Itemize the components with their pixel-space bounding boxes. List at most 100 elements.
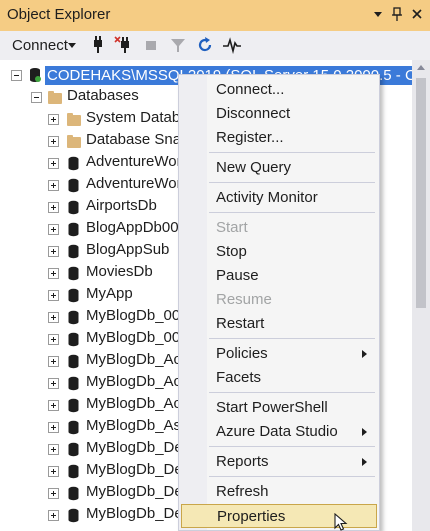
expand-toggle[interactable] bbox=[48, 180, 59, 191]
menu-separator bbox=[209, 212, 375, 213]
disconnect-plug-icon[interactable] bbox=[114, 35, 134, 55]
expand-toggle[interactable] bbox=[48, 510, 59, 521]
expand-toggle[interactable] bbox=[48, 224, 59, 235]
menu-item-stop[interactable]: Stop bbox=[181, 240, 377, 264]
expand-toggle[interactable] bbox=[48, 466, 59, 477]
menu-item-label: Resume bbox=[216, 291, 272, 308]
menu-item-label: Refresh bbox=[216, 483, 269, 500]
database-label[interactable]: AirportsDb bbox=[86, 197, 157, 214]
database-icon bbox=[68, 178, 79, 193]
menu-item-disconnect[interactable]: Disconnect bbox=[181, 102, 377, 126]
mouse-cursor-icon bbox=[334, 512, 348, 531]
connect-plug-icon[interactable] bbox=[88, 35, 108, 55]
expand-toggle[interactable] bbox=[48, 136, 59, 147]
scroll-up-arrow-icon[interactable] bbox=[417, 65, 425, 70]
database-icon bbox=[68, 420, 79, 435]
database-label[interactable]: MyApp bbox=[86, 285, 133, 302]
menu-item-label: Stop bbox=[216, 243, 247, 260]
expand-toggle[interactable] bbox=[48, 422, 59, 433]
collapse-toggle[interactable] bbox=[11, 70, 22, 81]
menu-item-label: Pause bbox=[216, 267, 259, 284]
menu-item-new-query[interactable]: New Query bbox=[181, 156, 377, 180]
database-icon bbox=[68, 310, 79, 325]
menu-item-register[interactable]: Register... bbox=[181, 126, 377, 150]
menu-item-label: Register... bbox=[216, 129, 284, 146]
menu-item-label: Restart bbox=[216, 315, 265, 332]
submenu-arrow-icon bbox=[362, 428, 367, 436]
menu-item-label: New Query bbox=[216, 159, 292, 176]
database-icon bbox=[68, 156, 79, 171]
collapse-toggle[interactable] bbox=[31, 92, 42, 103]
database-label[interactable]: MyBlogDb_00 bbox=[86, 307, 180, 324]
menu-item-facets[interactable]: Facets bbox=[181, 366, 377, 390]
database-label[interactable]: MyBlogDb_Ac bbox=[86, 373, 181, 390]
close-icon[interactable] bbox=[409, 5, 425, 23]
database-icon bbox=[68, 442, 79, 457]
expand-toggle[interactable] bbox=[48, 268, 59, 279]
database-label[interactable]: MyBlogDb_Ac bbox=[86, 395, 181, 412]
menu-item-label: Properties bbox=[217, 508, 286, 525]
database-label[interactable]: MyBlogDb_De bbox=[86, 505, 183, 522]
menu-item-pause[interactable]: Pause bbox=[181, 264, 377, 288]
expand-toggle[interactable] bbox=[48, 158, 59, 169]
window-position-dropdown-icon[interactable] bbox=[370, 5, 386, 23]
menu-item-connect[interactable]: Connect... bbox=[181, 78, 377, 102]
database-icon bbox=[68, 222, 79, 237]
menu-separator bbox=[209, 392, 375, 393]
database-icon bbox=[68, 508, 79, 523]
database-label[interactable]: MyBlogDb_00 bbox=[86, 329, 180, 346]
menu-separator bbox=[209, 338, 375, 339]
menu-item-activity-monitor[interactable]: Activity Monitor bbox=[181, 186, 377, 210]
menu-item-label: Connect... bbox=[216, 81, 285, 98]
refresh-icon[interactable] bbox=[195, 35, 215, 55]
database-label[interactable]: MyBlogDb_Ac bbox=[86, 351, 181, 368]
database-icon bbox=[68, 354, 79, 369]
pin-icon[interactable] bbox=[389, 5, 405, 23]
connect-dropdown-button[interactable]: Connect bbox=[12, 37, 68, 54]
menu-item-label: Facets bbox=[216, 369, 262, 386]
expand-toggle[interactable] bbox=[48, 202, 59, 213]
expand-toggle[interactable] bbox=[48, 444, 59, 455]
filter-icon[interactable] bbox=[168, 35, 188, 55]
expand-toggle[interactable] bbox=[48, 290, 59, 301]
database-label[interactable]: MyBlogDb_De bbox=[86, 461, 183, 478]
expand-toggle[interactable] bbox=[48, 334, 59, 345]
menu-item-label: Policies bbox=[216, 345, 268, 362]
menu-item-label: Disconnect bbox=[216, 105, 291, 122]
expand-toggle[interactable] bbox=[48, 400, 59, 411]
menu-item-reports[interactable]: Reports bbox=[181, 450, 377, 474]
vertical-scrollbar[interactable] bbox=[412, 60, 430, 531]
menu-separator bbox=[209, 182, 375, 183]
database-label[interactable]: MyBlogDb_De bbox=[86, 439, 183, 456]
database-label[interactable]: MyBlogDb_As bbox=[86, 417, 181, 434]
expand-toggle[interactable] bbox=[48, 312, 59, 323]
expand-toggle[interactable] bbox=[48, 488, 59, 499]
expand-toggle[interactable] bbox=[48, 356, 59, 367]
database-icon bbox=[68, 464, 79, 479]
chevron-down-icon[interactable] bbox=[68, 43, 76, 48]
database-label[interactable]: MyBlogDb_De bbox=[86, 483, 183, 500]
database-icon bbox=[68, 288, 79, 303]
menu-item-label: Start PowerShell bbox=[216, 399, 328, 416]
menu-item-refresh[interactable]: Refresh bbox=[181, 480, 377, 504]
menu-item-policies[interactable]: Policies bbox=[181, 342, 377, 366]
expand-toggle[interactable] bbox=[48, 378, 59, 389]
menu-item-start: Start bbox=[181, 216, 377, 240]
expand-toggle[interactable] bbox=[48, 114, 59, 125]
folder-icon bbox=[67, 135, 81, 148]
menu-item-restart[interactable]: Restart bbox=[181, 312, 377, 336]
folder-icon bbox=[67, 113, 81, 126]
object-explorer-toolbar: Connect bbox=[0, 31, 430, 60]
database-label[interactable]: BlogAppSub bbox=[86, 241, 169, 258]
database-icon bbox=[68, 398, 79, 413]
folder-icon bbox=[48, 91, 62, 104]
menu-item-start-powershell[interactable]: Start PowerShell bbox=[181, 396, 377, 420]
database-label[interactable]: MoviesDb bbox=[86, 263, 153, 280]
stop-icon[interactable] bbox=[141, 35, 161, 55]
database-label[interactable]: BlogAppDb00 bbox=[86, 219, 179, 236]
activity-monitor-icon[interactable] bbox=[222, 35, 242, 55]
menu-item-azure-data-studio[interactable]: Azure Data Studio bbox=[181, 420, 377, 444]
expand-toggle[interactable] bbox=[48, 246, 59, 257]
scrollbar-thumb[interactable] bbox=[416, 78, 426, 308]
databases-label[interactable]: Databases bbox=[67, 87, 139, 104]
